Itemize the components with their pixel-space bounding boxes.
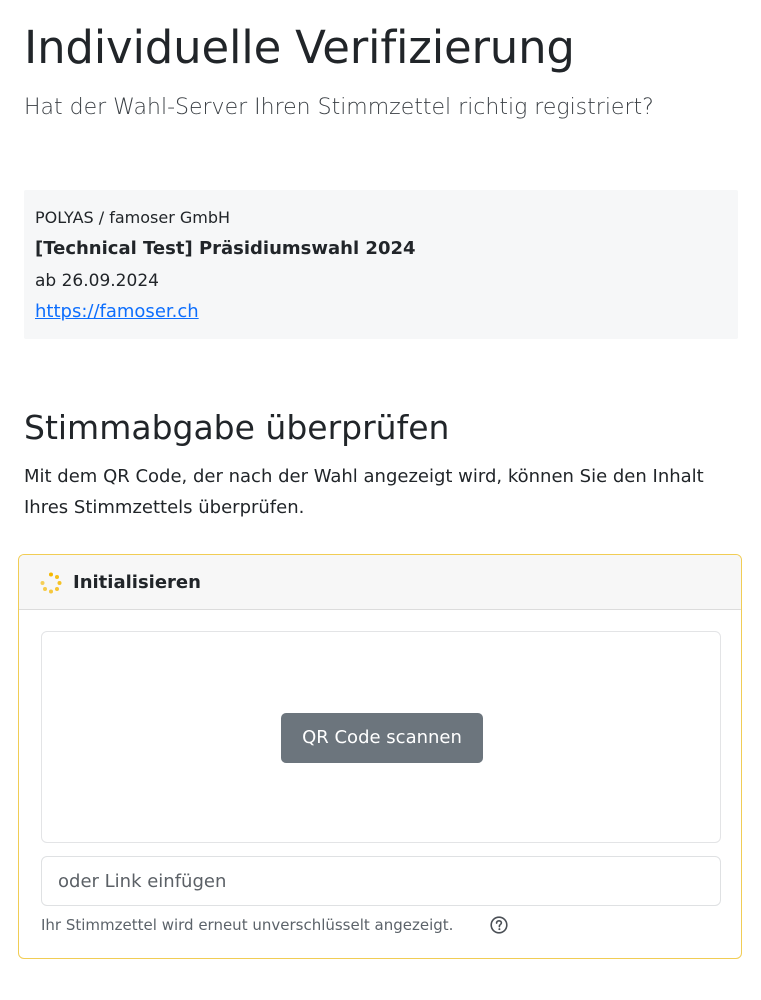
election-website-link[interactable]: https://famoser.ch xyxy=(35,300,199,324)
election-info-box: POLYAS / famoser GmbH [Technical Test] P… xyxy=(24,190,738,339)
section-description: Mit dem QR Code, der nach der Wahl angez… xyxy=(24,466,704,518)
hint-text: Ihr Stimmzettel wird erneut unverschlüss… xyxy=(41,916,454,934)
election-date: ab 26.09.2024 xyxy=(35,271,159,291)
section-title: Stimmabgabe überprüfen xyxy=(24,408,450,447)
link-input[interactable] xyxy=(41,856,721,906)
spinner-icon xyxy=(40,572,62,594)
scan-qr-code-button[interactable]: QR Code scannen xyxy=(281,713,483,763)
verification-card-header: Initialisieren xyxy=(19,555,741,610)
verification-card: Initialisieren QR Code scannen Ihr Stimm… xyxy=(18,554,742,959)
page-subtitle: Hat der Wahl-Server Ihren Stimmzettel ri… xyxy=(24,95,654,120)
election-name: [Technical Test] Präsidiumswahl 2024 xyxy=(35,238,416,259)
verification-status: Initialisieren xyxy=(73,572,201,593)
election-organizer: POLYAS / famoser GmbH xyxy=(35,208,231,227)
qr-scan-area: QR Code scannen xyxy=(41,631,721,843)
page-title: Individuelle Verifizierung xyxy=(24,21,575,74)
question-circle-icon[interactable] xyxy=(490,916,508,934)
